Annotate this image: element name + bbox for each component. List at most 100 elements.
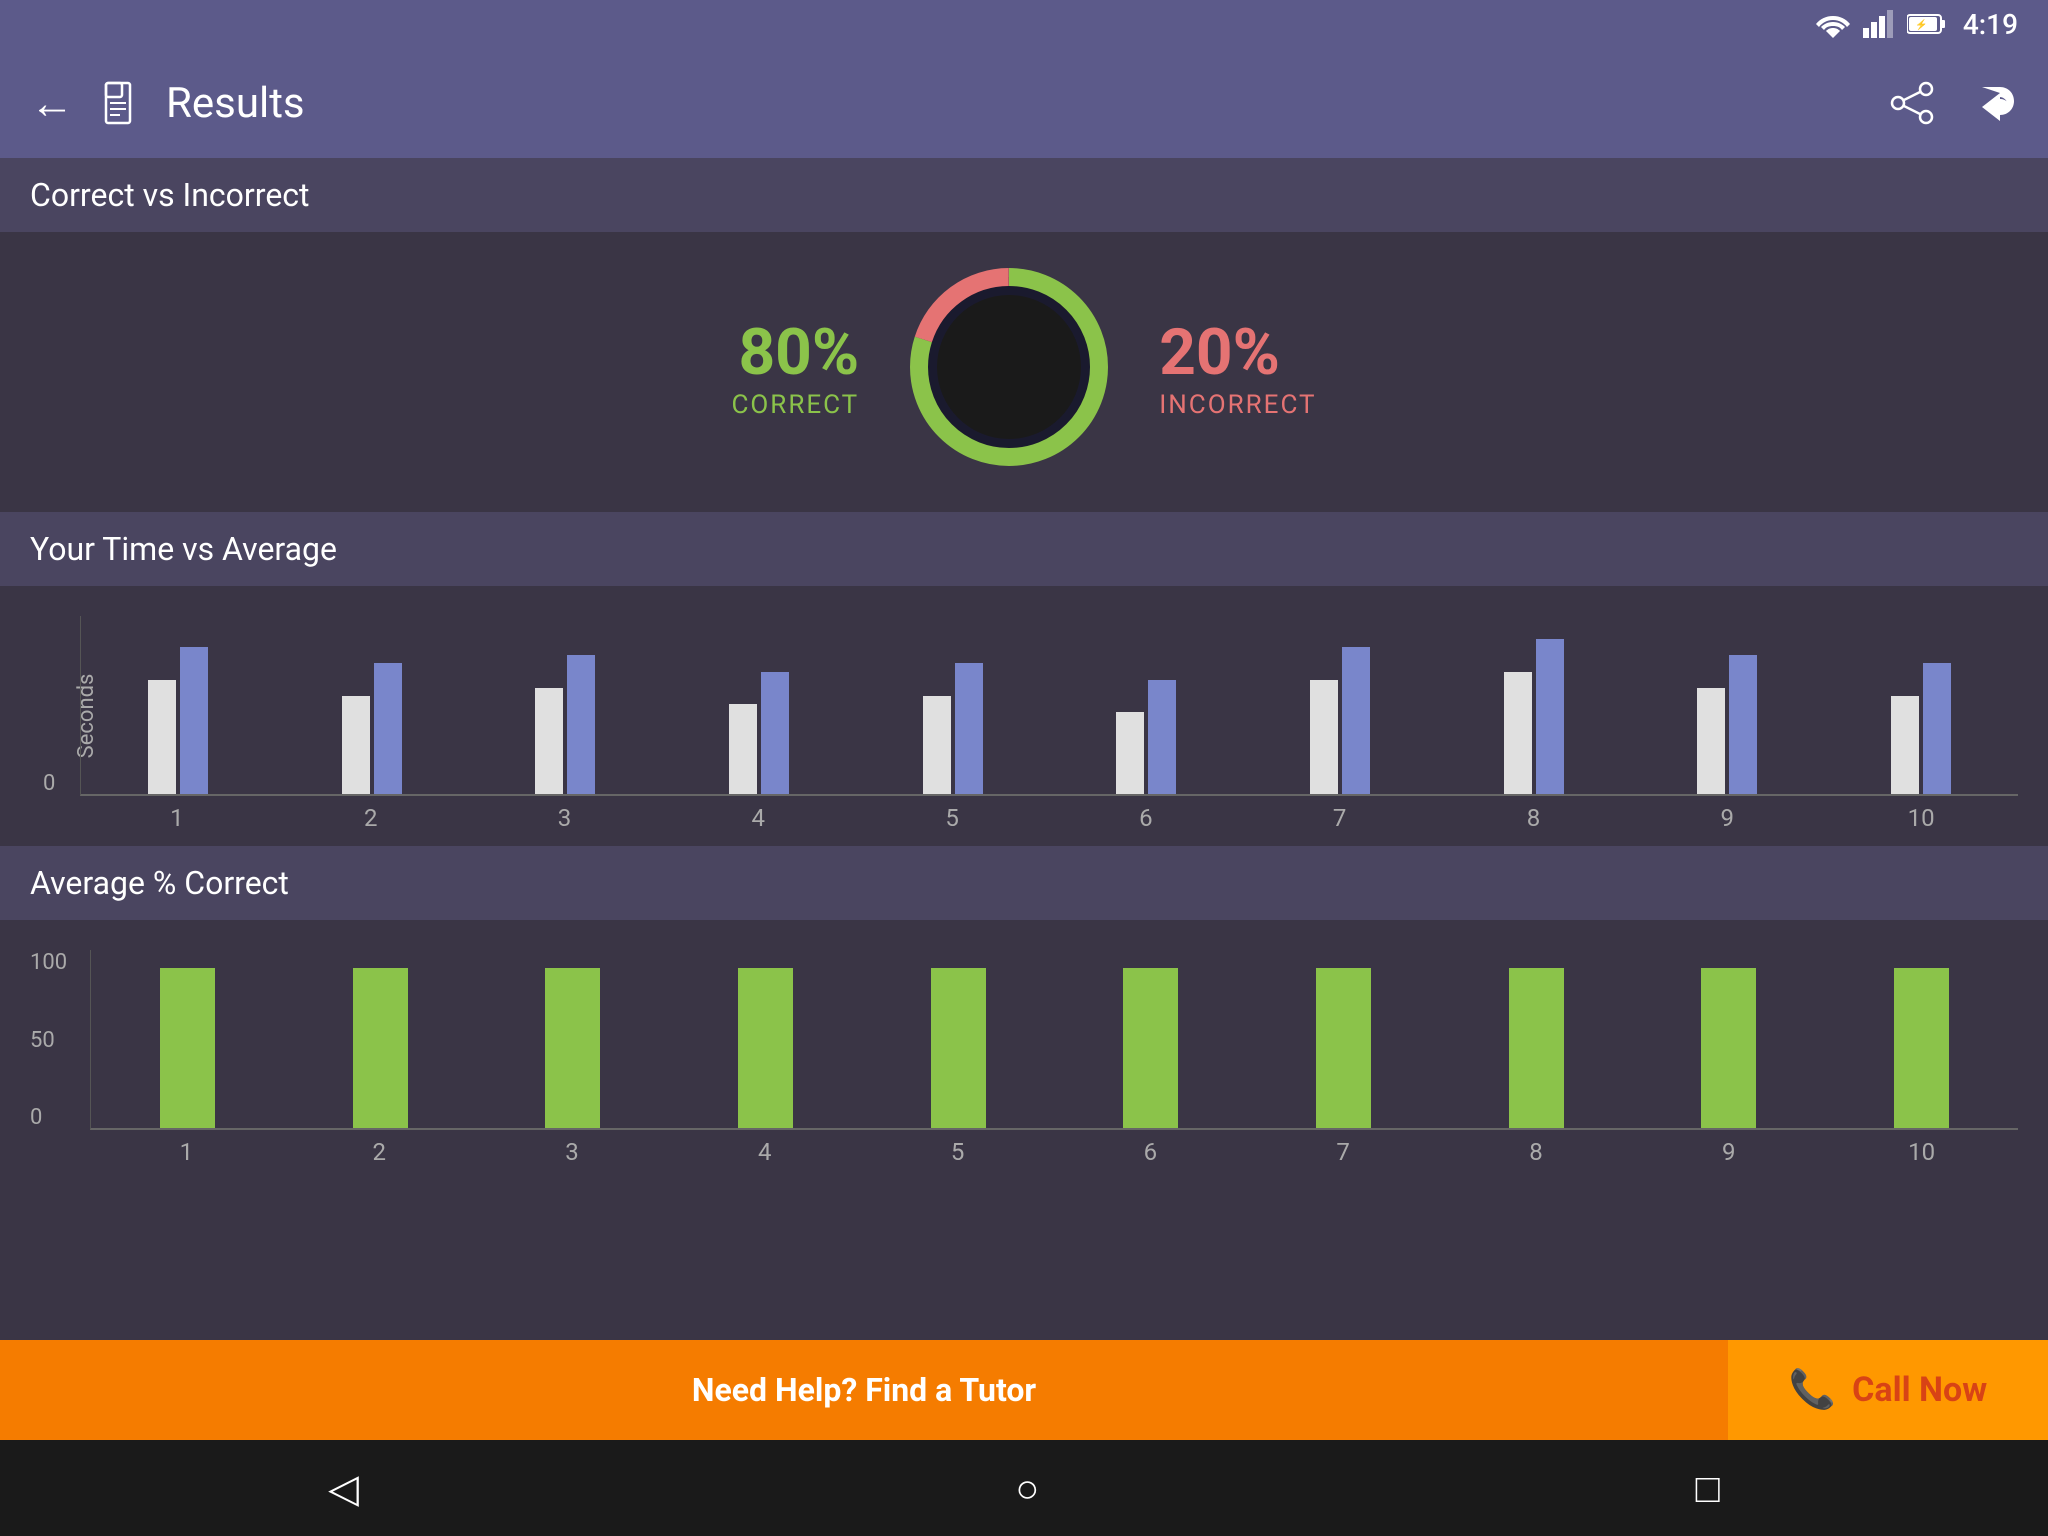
avg-correct-bar [1123,968,1178,1128]
nav-home-button[interactable]: ○ [1015,1465,1039,1512]
your-time-bar [1310,680,1338,794]
avg-time-bar [1342,647,1370,794]
avg-bar-group [284,968,477,1128]
call-now-button[interactable]: 📞 Call Now [1728,1340,2048,1440]
avg-chart-area: 100500 12345678910 [30,950,2018,1150]
your-time-bar [342,696,370,794]
avg-bar-group [1440,968,1633,1128]
avg-time-bar [955,663,983,794]
x-axis-label: 7 [1243,804,1437,832]
bottom-banner: Need Help? Find a Tutor 📞 Call Now [0,1340,2048,1440]
avg-bar-group [1055,968,1248,1128]
x-axis-label: 8 [1437,804,1631,832]
time-bar-group [81,647,275,794]
nav-recents-button[interactable]: □ [1696,1465,1720,1512]
correct-text: CORRECT [731,390,859,420]
nav-back-button[interactable]: ◁ [328,1465,359,1512]
your-time-bar [729,704,757,794]
y-axis-label-item: 50 [30,1028,67,1053]
correct-percentage: 80% [731,315,859,390]
nav-bar: ◁ ○ □ [0,1440,2048,1536]
x-axis-label: 10 [1825,1138,2018,1166]
avg-bars-wrapper [90,950,2018,1130]
avg-bar-group [1633,968,1826,1128]
x-axis-label: 3 [468,804,662,832]
call-now-label: Call Now [1852,1370,1987,1410]
your-time-bar [148,680,176,794]
x-axis-label: 9 [1632,1138,1825,1166]
time-bar-group [468,655,662,794]
svg-text:⚡: ⚡ [1915,18,1927,31]
avg-time-bar [180,647,208,794]
avg-correct-bar [738,968,793,1128]
correct-label: 80% CORRECT [731,315,859,420]
avg-correct-bar [1701,968,1756,1128]
avg-bar-group [669,968,862,1128]
back-button[interactable]: ← [30,77,74,129]
time-bar-group [1824,663,2018,794]
your-time-bar [1116,712,1144,794]
donut-section: 80% CORRECT 20% INCORRECT [0,232,2048,512]
your-time-bar [535,688,563,794]
avg-correct-bar [1316,968,1371,1128]
your-time-bar [923,696,951,794]
time-x-labels: 12345678910 [80,804,2018,832]
battery-icon: ⚡ [1907,12,1947,36]
signal-icon [1863,10,1895,38]
x-axis-label: 1 [80,804,274,832]
avg-correct-bar [353,968,408,1128]
x-axis-label: 2 [283,1138,476,1166]
x-axis-label: 8 [1440,1138,1633,1166]
avg-time-bar [374,663,402,794]
y-axis-label-item: 0 [30,1105,67,1130]
incorrect-text: INCORRECT [1159,390,1316,420]
status-time: 4:19 [1963,8,2018,41]
time-chart-area: Seconds 0 12345678910 [30,616,2018,816]
x-axis-label: 6 [1049,804,1243,832]
x-axis-label: 4 [661,804,855,832]
time-bars-wrapper: 0 [80,616,2018,796]
x-axis-label: 1 [90,1138,283,1166]
avg-correct-bar [931,968,986,1128]
correct-incorrect-header: Correct vs Incorrect [0,158,2048,232]
x-axis-label: 9 [1630,804,1824,832]
share-icon[interactable] [1890,81,1934,125]
avg-correct-bar [160,968,215,1128]
time-bar-group [856,663,1050,794]
status-icons: ⚡ [1815,10,1947,38]
time-bar-group [662,672,856,794]
avg-correct-header: Average % Correct [0,846,2048,920]
avg-time-bar [1729,655,1757,794]
avg-time-bar [1148,680,1176,794]
avg-x-labels: 12345678910 [90,1138,2018,1166]
zero-label: 0 [43,771,55,796]
avg-y-labels: 100 50 0 [30,950,67,1130]
avg-bar-group [91,968,284,1128]
your-time-bar [1697,688,1725,794]
app-bar-actions [1890,81,2018,125]
app-bar-left: ← Results [30,77,1890,129]
x-axis-label: 7 [1247,1138,1440,1166]
avg-time-bar [761,672,789,794]
time-bar-group [1631,655,1825,794]
avg-bar-group [1247,968,1440,1128]
time-bar-group [1437,639,1631,794]
avg-correct-bar [1894,968,1949,1128]
y-axis-label-item: 100 [30,950,67,975]
phone-icon: 📞 [1789,1368,1836,1412]
app-bar: ← Results [0,48,2048,158]
x-axis-label: 3 [476,1138,669,1166]
x-axis-label: 2 [274,804,468,832]
your-time-bar [1504,672,1532,794]
reply-icon[interactable] [1974,81,2018,125]
avg-time-bar [1923,663,1951,794]
incorrect-percentage: 20% [1159,315,1316,390]
avg-correct-bar [545,968,600,1128]
time-bar-group [1243,647,1437,794]
avg-bar-group [476,968,669,1128]
avg-correct-section: 100500 12345678910 [0,920,2048,1180]
avg-correct-bar [1509,968,1564,1128]
avg-bar-group [1825,968,2018,1128]
spacer [0,1180,2048,1340]
x-axis-label: 5 [861,1138,1054,1166]
